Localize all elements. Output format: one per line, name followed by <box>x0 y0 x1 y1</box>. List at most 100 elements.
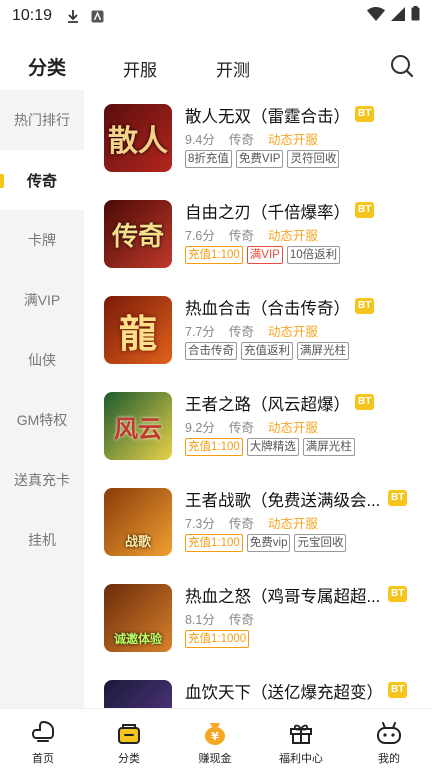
sidebar-item-label: 挂机 <box>28 532 56 548</box>
game-genre: 传奇 <box>228 613 254 627</box>
sidebar-item-label: 热门排行 <box>14 112 70 128</box>
game-tags: 8折充值 免费VIP 灵符回收 <box>185 150 340 168</box>
game-status: 动态开服 <box>267 517 318 531</box>
list-item[interactable]: 传奇 自由之刃（千倍爆率） BT 7.6分 传奇 动态开服 充值1:100 满VIP… <box>84 186 432 282</box>
list-item[interactable]: 诚邀体验 热血之怒（鸡哥专属超超... BT 8.1分 传奇 充值1:1000 <box>84 570 432 666</box>
tag: 充值1:100 <box>185 438 243 456</box>
category-sidebar: 热门排行 传奇 卡牌 满VIP 仙侠 GM特权 送真充卡 挂机 <box>0 90 84 708</box>
game-genre: 传奇 <box>228 421 254 435</box>
sidebar-item-legend[interactable]: 传奇 <box>0 150 84 210</box>
sidebar-item-full-vip[interactable]: 满VIP <box>0 270 84 330</box>
game-tags: 充值1:100 大牌精选 满屏光柱 <box>185 438 355 456</box>
tab-category[interactable]: 分类 <box>25 53 69 82</box>
game-rating: 7.7分 <box>185 325 215 339</box>
active-indicator <box>0 174 4 188</box>
sidebar-item-label: 送真充卡 <box>14 472 70 488</box>
list-item[interactable]: 战歌 王者战歌（免费送满级会... BT 7.3分 传奇 动态开服 充值1:100 … <box>84 474 432 570</box>
game-thumbnail: 诚邀体验 <box>104 584 172 652</box>
game-thumbnail: 龍 <box>104 296 172 364</box>
game-rating: 9.2分 <box>185 421 215 435</box>
game-name: 热血合击（合击传奇） <box>185 300 350 318</box>
tag: 合击传奇 <box>185 342 237 360</box>
game-rating: 9.4分 <box>185 133 215 147</box>
game-tags: 合击传奇 充值返利 满屏光柱 <box>185 342 349 360</box>
list-item[interactable]: 龍 热血合击（合击传奇） BT 7.7分 传奇 动态开服 合击传奇 充值返利 满屏光… <box>84 282 432 378</box>
game-meta: 7.6分 传奇 动态开服 <box>185 225 318 244</box>
tag: 充值返利 <box>241 342 293 360</box>
thumbnail-text: 龍 <box>118 310 157 356</box>
sidebar-item-xianxia[interactable]: 仙侠 <box>0 330 84 390</box>
game-meta: 9.2分 传奇 动态开服 <box>185 417 318 436</box>
game-list: 散人 散人无双（雷霆合击） BT 9.4分 传奇 动态开服 8折充值 免费VIP 灵… <box>84 90 432 708</box>
game-name: 自由之刃（千倍爆率） <box>185 204 350 222</box>
sidebar-item-label: 仙侠 <box>28 352 56 368</box>
tag: 满屏光柱 <box>297 342 349 360</box>
game-status: 动态开服 <box>267 133 318 147</box>
nav-label: 福利中心 <box>279 753 323 765</box>
wifi-icon <box>367 6 385 26</box>
sidebar-item-recharge-card[interactable]: 送真充卡 <box>0 450 84 510</box>
thumbnail-text: 传奇 <box>111 221 164 252</box>
bt-badge: BT <box>355 106 375 122</box>
bt-badge: BT <box>388 586 408 602</box>
signal-icon <box>391 6 405 26</box>
tag: 充值1:100 <box>185 246 243 264</box>
search-icon <box>391 55 414 78</box>
tab-open-server[interactable]: 开服 <box>123 56 157 81</box>
tag: 灵符回收 <box>287 150 340 168</box>
nav-welfare[interactable]: 福利中心 <box>258 709 344 769</box>
game-meta: 7.7分 传奇 动态开服 <box>185 321 318 340</box>
bt-badge: BT <box>355 202 375 218</box>
tag: 满VIP <box>246 246 283 264</box>
list-item[interactable]: 风云 王者之路（风云超爆） BT 9.2分 传奇 动态开服 充值1:100 大牌精选… <box>84 378 432 474</box>
game-name: 王者战歌（免费送满级会... <box>185 492 381 510</box>
nav-home[interactable]: 首页 <box>0 709 86 769</box>
thumbnail-text: 风云 <box>114 413 162 443</box>
game-thumbnail: 战歌 <box>104 488 172 556</box>
tab-open-test[interactable]: 开测 <box>216 56 250 81</box>
game-status: 动态开服 <box>267 229 318 243</box>
game-name: 血饮天下（送亿爆充超变） <box>185 684 383 702</box>
status-time: 10:19 <box>12 7 53 24</box>
game-thumbnail: 风云 <box>104 392 172 460</box>
game-genre: 传奇 <box>228 325 254 339</box>
nav-earn-cash[interactable]: ¥ 赚现金 <box>172 709 258 769</box>
sidebar-item-card[interactable]: 卡牌 <box>0 210 84 270</box>
sidebar-item-idle[interactable]: 挂机 <box>0 510 84 570</box>
profile-icon <box>377 722 401 744</box>
game-name: 热血之怒（鸡哥专属超超... <box>185 588 381 606</box>
nav-profile[interactable]: 我的 <box>346 709 432 769</box>
nav-category[interactable]: 分类 <box>86 709 172 769</box>
gift-icon <box>290 724 312 744</box>
bt-badge: BT <box>388 490 408 506</box>
list-item[interactable]: 散人 散人无双（雷霆合击） BT 9.4分 传奇 动态开服 8折充值 免费VIP 灵… <box>84 90 432 186</box>
bottom-nav: 首页 分类 ¥ 赚现金 福利中心 我的 <box>0 708 432 769</box>
game-thumbnail: 散人 <box>104 104 172 172</box>
svg-text:¥: ¥ <box>211 730 219 743</box>
nav-label: 赚现金 <box>198 753 232 765</box>
bt-badge: BT <box>355 394 375 410</box>
game-name: 散人无双（雷霆合击） <box>185 108 350 126</box>
download-icon <box>66 9 80 23</box>
tag: 10倍返利 <box>286 246 341 264</box>
game-rating: 7.6分 <box>185 229 215 243</box>
sidebar-item-label: 传奇 <box>26 172 57 190</box>
game-status: 动态开服 <box>267 421 318 435</box>
thumbnail-text: 战歌 <box>124 534 151 549</box>
game-rating: 8.1分 <box>185 613 215 627</box>
list-item[interactable]: 血饮天下（送亿爆充超变） BT <box>84 666 432 708</box>
game-genre: 传奇 <box>228 133 254 147</box>
game-status: 动态开服 <box>267 325 318 339</box>
app-notification-icon <box>90 9 104 23</box>
tag: 大牌精选 <box>246 438 299 456</box>
bt-badge: BT <box>388 682 408 698</box>
sidebar-item-hot-ranking[interactable]: 热门排行 <box>0 90 84 150</box>
sidebar-item-gm[interactable]: GM特权 <box>0 390 84 450</box>
game-meta: 9.4分 传奇 动态开服 <box>185 129 318 148</box>
game-rating: 7.3分 <box>185 517 215 531</box>
search-button[interactable] <box>388 52 416 80</box>
game-tags: 充值1:100 免费vip 元宝回收 <box>185 534 347 552</box>
nav-label: 分类 <box>118 753 140 765</box>
tag: 8折充值 <box>185 150 232 168</box>
game-name: 王者之路（风云超爆） <box>185 396 350 414</box>
